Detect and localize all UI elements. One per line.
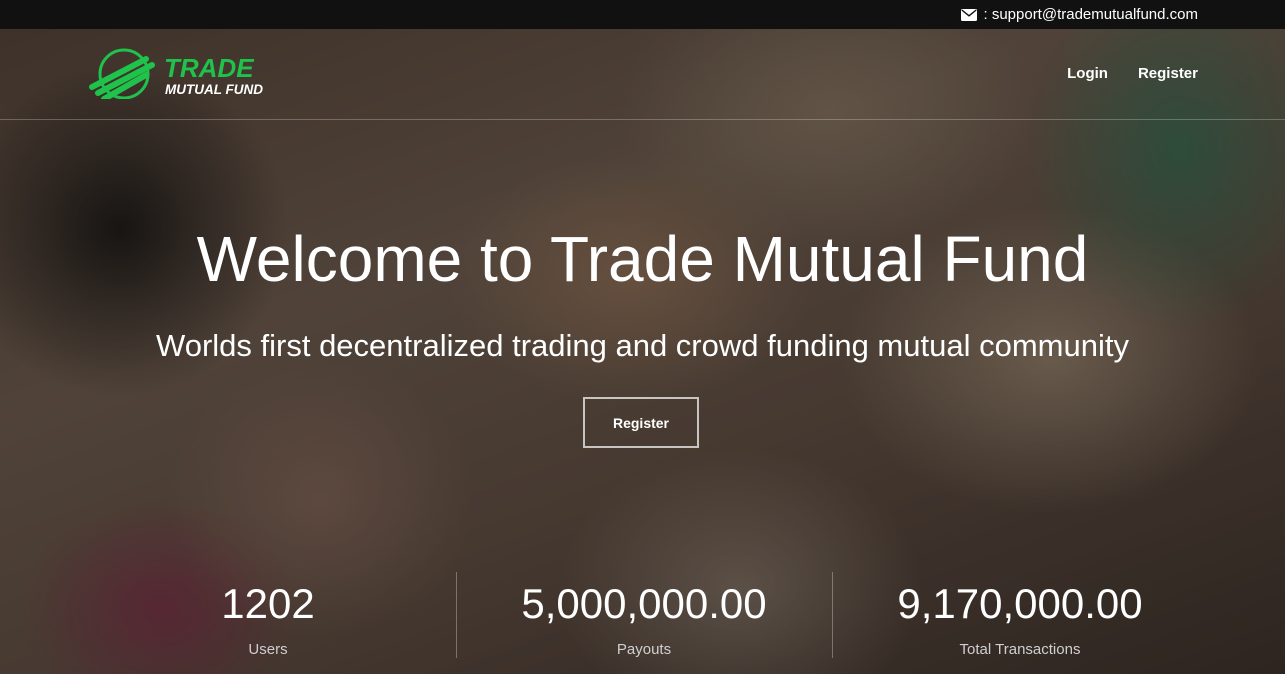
- stat-value: 9,170,000.00: [897, 580, 1143, 627]
- stat-value: 1202: [221, 580, 315, 627]
- stat-payouts: 5,000,000.00 Payouts: [456, 572, 832, 662]
- hero-content: Welcome to Trade Mutual Fund Worlds firs…: [0, 29, 1285, 674]
- support-email[interactable]: : support@trademutualfund.com: [983, 6, 1198, 23]
- stat-total-transactions: 9,170,000.00 Total Transactions: [832, 572, 1208, 662]
- support-contact[interactable]: : support@trademutualfund.com: [961, 6, 1198, 23]
- top-bar: : support@trademutualfund.com: [0, 0, 1285, 29]
- stat-label: Users: [248, 641, 288, 658]
- stat-label: Payouts: [616, 641, 672, 658]
- stat-label: Total Transactions: [959, 641, 1081, 658]
- stat-users: 1202 Users: [80, 572, 456, 662]
- envelope-icon: [961, 8, 978, 21]
- stats-row: 1202 Users 5,000,000.00 Payouts 9,170,00…: [80, 572, 1208, 662]
- hero-subtitle: Worlds first decentralized trading and c…: [156, 328, 1129, 363]
- stat-value: 5,000,000.00: [521, 580, 767, 627]
- hero-section: TRADE MUTUAL FUND Login Register Welcome…: [0, 29, 1285, 674]
- hero-title: Welcome to Trade Mutual Fund: [196, 223, 1089, 295]
- register-button[interactable]: Register: [583, 397, 699, 448]
